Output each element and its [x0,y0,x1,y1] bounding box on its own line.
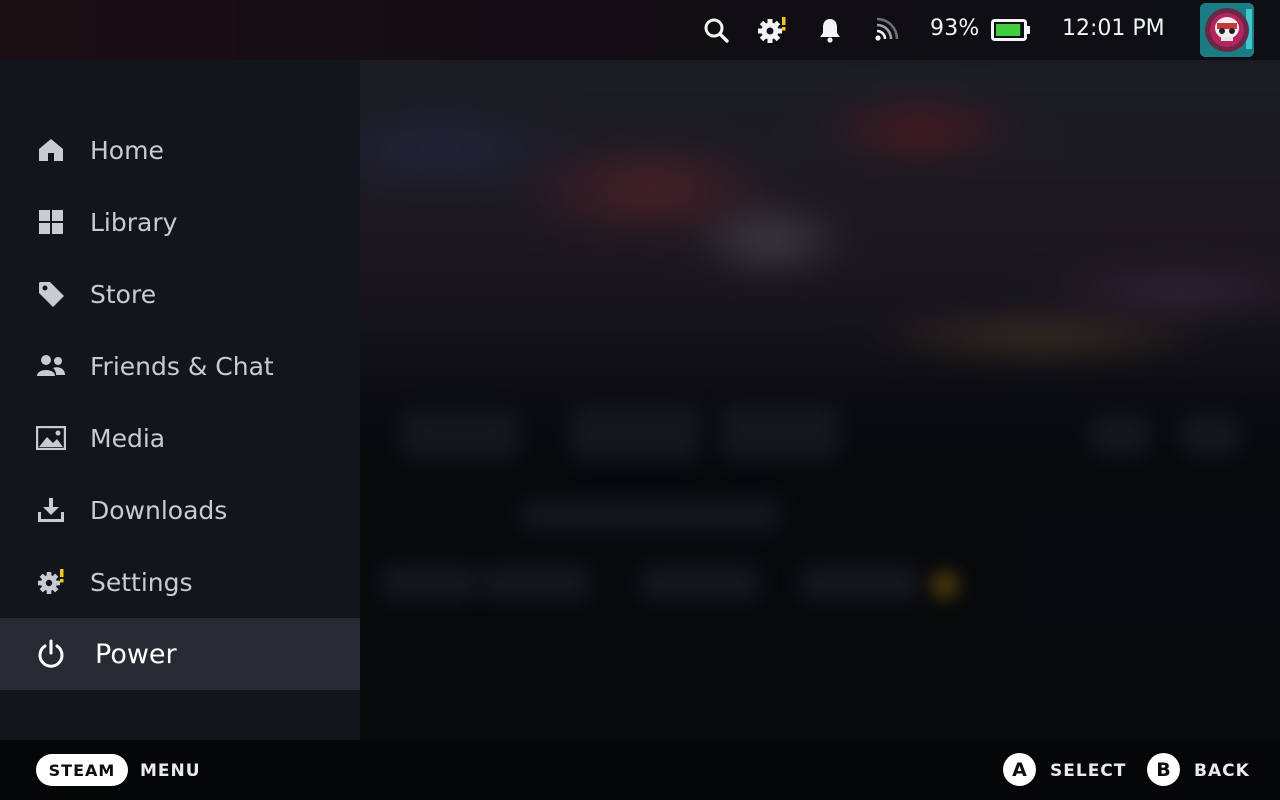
store-tag-icon [36,279,66,309]
power-icon [36,639,66,669]
menu-item-label: Settings [90,567,193,597]
menu-item-label: Media [90,423,166,453]
wifi-signal-icon[interactable] [870,14,902,46]
menu-item-store[interactable]: Store [0,258,360,330]
button-hint-bar: STEAM MENU A SELECT B BACK [0,740,1280,800]
menu-item-label: Store [90,279,157,309]
menu-item-settings[interactable]: Settings [0,546,360,618]
menu-item-media[interactable]: Media [0,402,360,474]
menu-item-label: Power [95,638,177,670]
media-image-icon [36,423,66,453]
menu-item-label: Home [90,135,164,165]
library-grid-icon [36,207,66,237]
menu-item-library[interactable]: Library [0,186,360,258]
notification-bell-icon[interactable] [814,14,846,46]
steam-button[interactable]: STEAM [36,754,128,786]
user-avatar[interactable] [1200,3,1254,57]
settings-alert-icon [36,567,66,597]
settings-alert-icon[interactable] [756,14,788,46]
menu-item-downloads[interactable]: Downloads [0,474,360,546]
status-bar: 93% 12:01 PM [0,0,1280,60]
clock: 12:01 PM [1062,16,1165,41]
menu-item-label: Friends & Chat [90,351,274,381]
friends-icon [36,351,66,381]
menu-item-friends-chat[interactable]: Friends & Chat [0,330,360,402]
menu-item-home[interactable]: Home [0,114,360,186]
menu-item-label: Downloads [90,495,228,525]
menu-item-label: Library [90,207,178,237]
back-hint-label: BACK [1194,761,1250,781]
menu-item-power[interactable]: Power [0,618,360,690]
home-icon [36,135,66,165]
select-hint-label: SELECT [1050,761,1127,781]
battery-percentage: 93% [930,16,980,41]
battery-icon[interactable] [991,19,1031,45]
menu-hint-label: MENU [140,761,201,781]
download-icon [36,495,66,525]
search-icon[interactable] [700,14,732,46]
a-button-icon[interactable]: A [1003,753,1036,786]
main-menu: Home Library Store Friends & Chat Media … [0,60,360,740]
b-button-icon[interactable]: B [1147,753,1180,786]
